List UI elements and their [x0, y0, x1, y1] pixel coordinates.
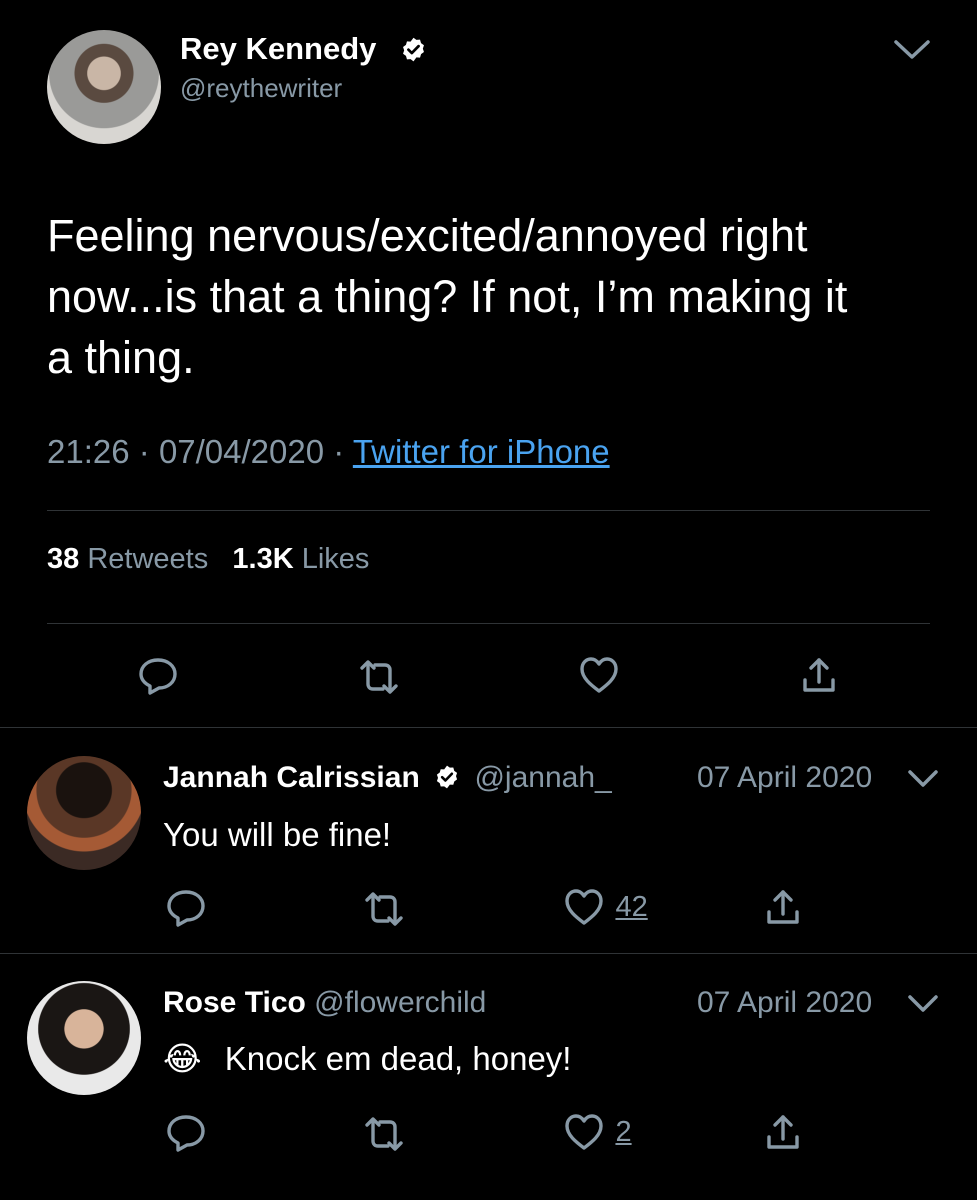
retweet-icon[interactable] [356, 658, 402, 696]
reply-header: Rose Tico @flowerchild [163, 985, 486, 1021]
chevron-down-icon[interactable] [892, 38, 932, 62]
author-name[interactable]: Jannah Calrissian [163, 761, 420, 794]
like-count[interactable]: 42 [615, 891, 647, 924]
author-handle[interactable]: @jannah_ [474, 761, 611, 794]
reply-text: Knock em dead, honey! [224, 1040, 572, 1077]
reply-text-row: 😂 Knock em dead, honey! [163, 1038, 571, 1080]
retweets-label: Retweets [87, 543, 209, 575]
chevron-down-icon[interactable] [906, 993, 940, 1015]
retweets-count: 38 [47, 543, 80, 575]
avatar[interactable] [27, 981, 141, 1095]
separator-dot: · [333, 433, 353, 470]
author-name[interactable]: Rey Kennedy [180, 30, 376, 68]
tweet-date: 07/04/2020 [158, 433, 325, 470]
divider [47, 510, 930, 511]
share-icon[interactable] [800, 656, 838, 696]
reply-date[interactable]: 07 April 2020 [697, 985, 872, 1021]
reply-icon[interactable] [137, 656, 179, 696]
author-name[interactable]: Rose Tico [163, 986, 306, 1019]
like-icon[interactable] [578, 656, 620, 694]
divider [47, 623, 930, 624]
likes-count: 1.3K [232, 543, 294, 575]
reply-header: Jannah Calrissian @jannah_ [163, 760, 612, 796]
author-handle[interactable]: @reythewriter [180, 72, 342, 104]
retweet-icon[interactable] [361, 1115, 407, 1153]
tweet-text-line: a thing. [47, 332, 195, 383]
like-action[interactable]: 2 [563, 1113, 632, 1151]
chevron-down-icon[interactable] [906, 768, 940, 790]
laughing-emoji-icon: 😂 [163, 1039, 202, 1078]
like-count[interactable]: 2 [615, 1116, 631, 1149]
share-icon[interactable] [764, 888, 802, 928]
tweet-text: Feeling nervous/excited/annoyed right no… [47, 205, 947, 388]
like-icon[interactable] [563, 888, 605, 926]
avatar[interactable] [47, 30, 161, 144]
reply-date[interactable]: 07 April 2020 [697, 760, 872, 796]
tweet-stats: 38 Retweets 1.3K Likes [47, 541, 369, 577]
section-divider [0, 727, 977, 728]
tweet-time: 21:26 [47, 433, 130, 470]
reply-icon[interactable] [165, 1113, 207, 1153]
likes-label: Likes [301, 543, 370, 575]
reply-icon[interactable] [165, 888, 207, 928]
like-action[interactable]: 42 [563, 888, 648, 926]
verified-badge-icon [434, 764, 460, 790]
retweets-stat[interactable]: 38 Retweets [47, 543, 216, 575]
tweet-text-line: Feeling nervous/excited/annoyed right [47, 210, 808, 261]
retweet-icon[interactable] [361, 890, 407, 928]
tweet-source-link[interactable]: Twitter for iPhone [353, 433, 610, 470]
reply-text: You will be fine! [163, 816, 392, 853]
tweet-text-line: now...is that a thing? If not, I’m makin… [47, 271, 848, 322]
author-handle[interactable]: @flowerchild [314, 986, 486, 1019]
like-icon[interactable] [563, 1113, 605, 1151]
share-icon[interactable] [764, 1113, 802, 1153]
likes-stat[interactable]: 1.3K Likes [232, 543, 369, 575]
section-divider [0, 953, 977, 954]
tweet-meta: 21:26 · 07/04/2020 · Twitter for iPhone [47, 432, 610, 472]
verified-badge-icon [400, 36, 427, 63]
avatar[interactable] [27, 756, 141, 870]
separator-dot: · [138, 433, 159, 470]
